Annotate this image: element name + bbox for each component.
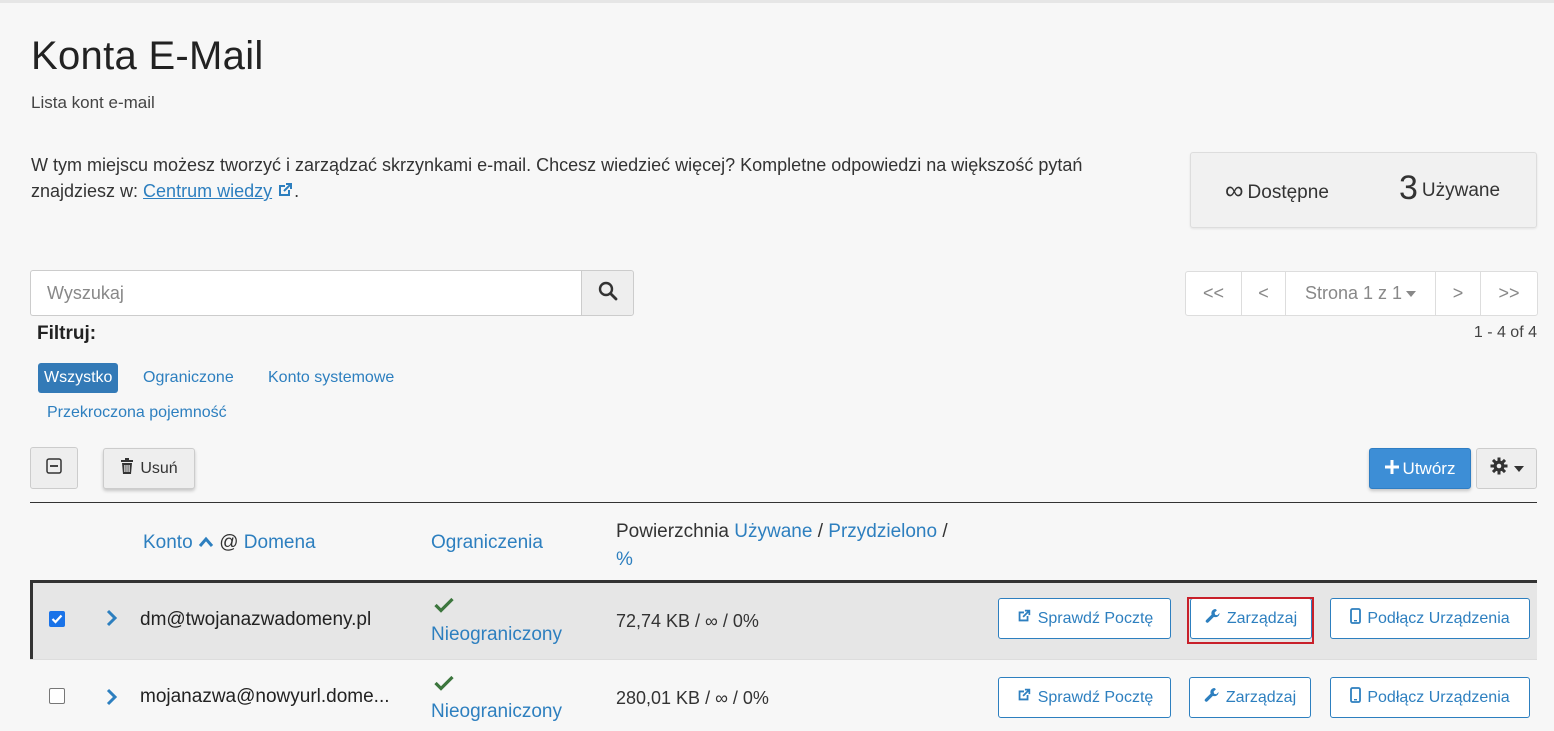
search-icon [598,281,618,306]
search-input[interactable] [30,270,582,316]
header-slash: / [942,521,948,542]
mobile-icon [1350,687,1362,708]
page-last-button[interactable]: >> [1481,272,1537,315]
top-border [0,0,1554,3]
delete-label: Usuń [140,459,178,477]
manage-label: Zarządzaj [1225,688,1297,706]
plus-icon [1384,459,1399,479]
sort-limits-link[interactable]: Ograniczenia [431,532,543,553]
available-value: ∞ [1225,175,1244,205]
manage-button[interactable]: Zarządzaj [1189,677,1311,718]
header-space-prefix: Powierzchnia [616,521,729,542]
account-email: mojanazwa@nowyurl.dome... [140,686,390,707]
trash-icon [120,458,134,479]
check-icon [434,675,454,696]
header-slash: / [817,521,823,542]
page-subtitle: Lista kont e-mail [31,93,155,112]
connect-devices-label: Podłącz Urządzenia [1367,609,1510,627]
check-mail-button[interactable]: Sprawdź Pocztę [998,598,1171,639]
highlight-box [1187,597,1314,644]
filter-label: Filtruj: [37,323,97,344]
limit-value: Nieograniczony [431,701,562,722]
usage-value: 72,74 KB / ∞ / 0% [616,611,759,631]
filter-limited[interactable]: Ograniczone [143,369,234,387]
intro-suffix: . [294,181,300,201]
page-label: Strona 1 z 1 [1304,283,1403,303]
connect-devices-button[interactable]: Podłącz Urządzenia [1330,677,1530,718]
mobile-icon [1350,608,1362,629]
settings-dropdown-button[interactable] [1476,448,1537,489]
check-icon [434,597,454,618]
create-label: Utwórz [1402,458,1456,478]
sort-used-link[interactable]: Używane [734,521,812,542]
page-first-button[interactable]: << [1186,272,1242,315]
intro-text: W tym miejscu możesz tworzyć i zarządzać… [31,152,1131,206]
delete-button[interactable]: Usuń [103,448,195,489]
page-prev-button[interactable]: < [1242,272,1286,315]
limit-value: Nieograniczony [431,624,562,645]
minus-square-icon [46,457,62,479]
used-label: Używane [1421,180,1501,201]
page-select[interactable]: Strona 1 z 1 [1286,272,1436,315]
create-button[interactable]: Utwórz [1369,448,1471,489]
external-link-icon [276,180,294,206]
filter-all[interactable]: Wszystko [38,363,119,393]
wrench-icon [1204,687,1220,708]
row-checkbox[interactable] [49,688,65,704]
available-label: Dostępne [1247,182,1329,203]
table-row: mojanazwa@nowyurl.dome... Nieograniczony… [30,659,1537,731]
account-email: dm@twojanazwadomeny.pl [140,609,372,630]
header-limits: Ograniczenia [431,532,543,554]
sort-domain-link[interactable]: Domena [244,532,316,553]
header-account-domain: Konto @ Domena [143,532,316,554]
pagination: << < Strona 1 z 1 > >> [1185,271,1538,316]
toggle-select-all-button[interactable] [30,447,78,489]
sort-percent-link[interactable]: % [616,549,633,570]
caret-down-icon [1513,465,1524,472]
check-mail-label: Sprawdź Pocztę [1037,609,1154,627]
row-checkbox[interactable] [49,611,65,627]
header-space: Powierzchnia Używane / Przydzielono / % [616,518,948,574]
connect-devices-label: Podłącz Urządzenia [1367,688,1510,706]
check-mail-button[interactable]: Sprawdź Pocztę [998,677,1171,718]
search-button[interactable] [581,270,634,316]
search-bar [30,270,634,316]
header-at: @ [219,532,239,553]
result-count: 1 - 4 of 4 [1473,324,1537,341]
usage-value: 280,01 KB / ∞ / 0% [616,688,769,708]
available-stat: ∞ Dostępne [1225,175,1329,206]
page-title: Konta E-Mail [31,34,264,78]
sort-up-icon [198,532,214,553]
table-header-rule [30,502,1537,503]
connect-devices-button[interactable]: Podłącz Urządzenia [1330,598,1530,639]
external-link-icon [1016,608,1032,629]
usage-stats-panel: ∞ Dostępne 3 Używane [1190,152,1537,228]
knowledge-center-link[interactable]: Centrum wiedzy [143,181,272,201]
knowledge-center-link-label: Centrum wiedzy [143,181,273,201]
used-value: 3 [1399,169,1418,207]
expand-row-icon[interactable] [106,686,118,712]
gear-icon [1490,457,1508,480]
sort-allocated-link[interactable]: Przydzielono [828,521,937,542]
page-next-button[interactable]: > [1436,272,1481,315]
caret-down-icon [1406,290,1417,297]
sort-account-link[interactable]: Konto [143,532,193,553]
used-stat: 3 Używane [1399,169,1500,208]
external-link-icon [1016,687,1032,708]
table-row: dm@twojanazwadomeny.pl Nieograniczony 72… [30,580,1537,659]
filter-system-account[interactable]: Konto systemowe [268,369,394,387]
filter-over-quota[interactable]: Przekroczona pojemność [47,404,227,422]
expand-row-icon[interactable] [106,607,118,633]
check-mail-label: Sprawdź Pocztę [1037,688,1154,706]
